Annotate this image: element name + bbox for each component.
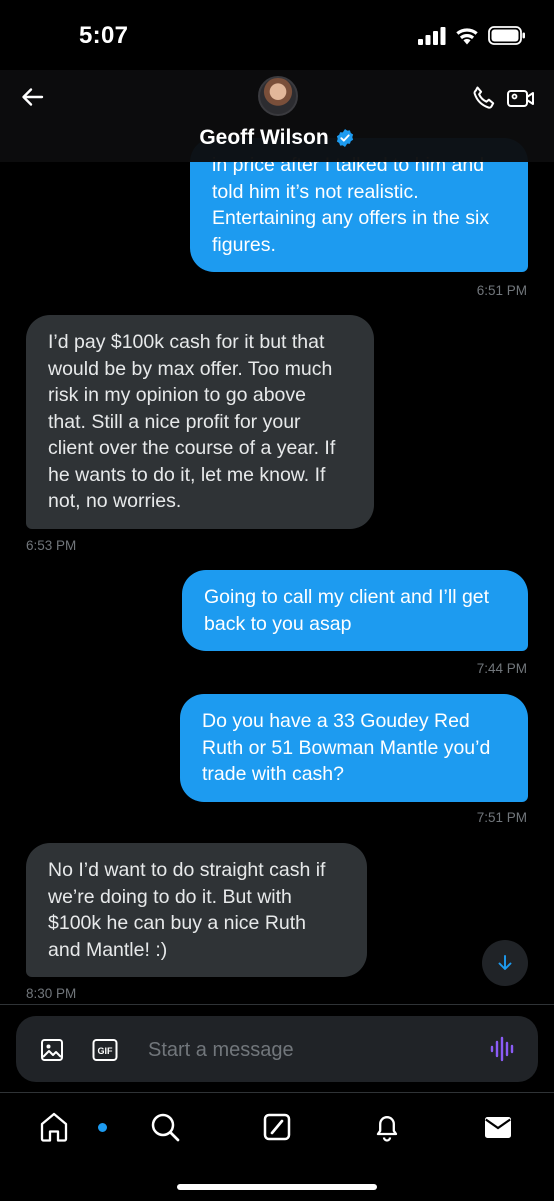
- message-bubble-sent[interactable]: Do you have a 33 Goudey Red Ruth or 51 B…: [180, 694, 528, 802]
- notification-dot: [96, 1121, 109, 1134]
- gif-icon: GIF: [92, 1039, 118, 1061]
- message-timestamp: 6:51 PM: [476, 283, 527, 298]
- message-timestamp: 8:30 PM: [26, 986, 77, 1001]
- arrow-down-icon: [498, 955, 512, 970]
- home-indicator[interactable]: [177, 1184, 377, 1190]
- video-call-button[interactable]: [506, 84, 536, 112]
- message-bubble-received[interactable]: I’d pay $100k cash for it but that would…: [26, 315, 374, 529]
- scroll-to-bottom-button[interactable]: [482, 940, 528, 986]
- message-timestamp: 7:51 PM: [476, 810, 527, 825]
- message-timestamp: 6:53 PM: [26, 538, 77, 553]
- add-photo-button[interactable]: [40, 1038, 64, 1067]
- audio-waveform-icon: [490, 1036, 514, 1062]
- contact-name-row[interactable]: Geoff Wilson: [0, 126, 554, 150]
- battery-icon: [488, 26, 526, 50]
- signal-icon: [418, 26, 446, 50]
- tab-messages[interactable]: [480, 1109, 516, 1145]
- chat-header: Geoff Wilson: [0, 70, 554, 162]
- svg-text:GIF: GIF: [98, 1046, 114, 1056]
- bell-icon: [376, 1116, 398, 1142]
- message-bubble-sent[interactable]: Going to call my client and I’ll get bac…: [182, 570, 528, 651]
- contact-name: Geoff Wilson: [199, 126, 329, 149]
- add-gif-button[interactable]: GIF: [92, 1038, 118, 1067]
- message-bubble-received[interactable]: No I’d want to do straight cash if we’re…: [26, 843, 367, 977]
- tab-search[interactable]: [147, 1109, 183, 1145]
- avatar[interactable]: [258, 76, 298, 116]
- mail-icon: [485, 1117, 511, 1138]
- status-icons: [418, 26, 526, 50]
- tab-grok[interactable]: [259, 1109, 295, 1145]
- image-icon: [41, 1039, 63, 1061]
- voice-call-button[interactable]: [470, 84, 498, 112]
- tab-notifications[interactable]: [369, 1109, 405, 1145]
- message-input[interactable]: [146, 1030, 480, 1070]
- search-icon: [151, 1113, 180, 1142]
- phone-icon: [473, 86, 495, 109]
- tab-home[interactable]: [36, 1109, 109, 1145]
- back-button[interactable]: [18, 82, 48, 112]
- wifi-icon: [454, 26, 480, 50]
- voice-message-button[interactable]: [490, 1036, 516, 1067]
- status-time: 5:07: [79, 22, 129, 49]
- video-camera-icon: [507, 90, 534, 107]
- status-bar: 5:07: [0, 0, 554, 70]
- home-icon: [40, 1112, 68, 1142]
- grok-icon: [263, 1113, 291, 1141]
- message-timestamp: 7:44 PM: [476, 661, 527, 676]
- message-composer: GIF: [16, 1016, 538, 1082]
- verified-badge-icon: [335, 128, 355, 148]
- arrow-left-icon: [22, 88, 44, 106]
- composer-divider: [0, 1004, 554, 1005]
